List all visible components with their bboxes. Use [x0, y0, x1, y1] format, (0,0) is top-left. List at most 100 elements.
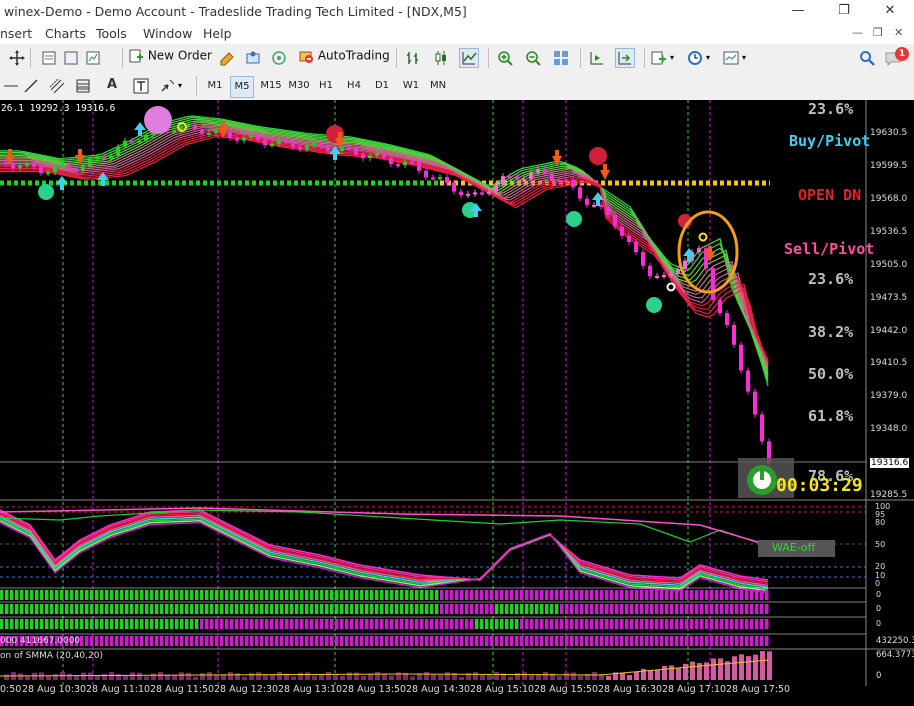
text-label-icon[interactable]: [132, 77, 150, 95]
histogram-bar: [550, 636, 554, 646]
histogram-bar: [320, 590, 324, 600]
histogram-bar: [500, 590, 504, 600]
channel-icon[interactable]: [48, 77, 66, 95]
mdi-minimize[interactable]: —: [852, 26, 863, 39]
timeframe-w1[interactable]: W1: [399, 76, 423, 96]
histogram-bar: [125, 604, 129, 614]
periods-dropdown-icon[interactable]: ▾: [706, 53, 710, 62]
menu-help[interactable]: Help: [203, 26, 232, 41]
volume-bar: [298, 672, 303, 680]
histogram-bar: [605, 619, 609, 629]
signals-icon[interactable]: [270, 49, 288, 67]
search-icon[interactable]: [858, 49, 876, 67]
histogram-bar: [405, 604, 409, 614]
volume-bar: [242, 676, 247, 680]
market-watch-icon[interactable]: [84, 49, 102, 67]
timeframe-m15[interactable]: M15: [258, 76, 284, 96]
restore-button[interactable]: ❐: [822, 0, 866, 24]
menu-window[interactable]: Window: [143, 26, 192, 41]
histogram-bar: [90, 619, 94, 629]
arrows-dropdown-icon[interactable]: ▾: [178, 81, 182, 90]
histogram-bar: [250, 636, 254, 646]
histogram-bar: [580, 590, 584, 600]
periods-clock-icon[interactable]: [686, 49, 704, 67]
timeframe-m5[interactable]: M5: [230, 76, 254, 98]
smma-indicator-label: on of SMMA (20,40,20): [0, 651, 103, 661]
histogram-bar: [390, 619, 394, 629]
histogram-bar: [670, 590, 674, 600]
histogram-bar: [310, 590, 314, 600]
trendline-icon[interactable]: [22, 77, 40, 95]
timeframe-mn[interactable]: MN: [426, 76, 450, 96]
indicators-icon[interactable]: [650, 49, 668, 67]
chart-shift-icon[interactable]: [588, 49, 606, 67]
minimize-button[interactable]: —: [776, 0, 820, 24]
menu-charts[interactable]: Charts: [45, 26, 86, 41]
histogram-bar: [350, 636, 354, 646]
menu-insert[interactable]: nsert: [0, 26, 32, 41]
volume-bar: [389, 675, 394, 680]
indicators-dropdown-icon[interactable]: ▾: [670, 53, 674, 62]
tile-windows-icon[interactable]: [552, 49, 570, 67]
new-order-button[interactable]: New Order: [128, 48, 212, 68]
price-chart[interactable]: [0, 100, 914, 706]
profiles-icon[interactable]: [40, 49, 58, 67]
histogram-bar: [530, 604, 534, 614]
crosshair-move-icon[interactable]: [8, 49, 26, 67]
histogram-bar: [760, 604, 764, 614]
histogram-bar: [420, 636, 424, 646]
notifications-button[interactable]: 1: [884, 47, 910, 69]
timeframe-m1[interactable]: M1: [204, 76, 226, 96]
timeframe-h1[interactable]: H1: [314, 76, 338, 96]
terminal-icon[interactable]: [244, 49, 262, 67]
histogram-bar: [160, 619, 164, 629]
histogram-bar: [230, 590, 234, 600]
histogram-bar: [85, 604, 89, 614]
timeframe-d1[interactable]: D1: [370, 76, 394, 96]
auto-scroll-icon[interactable]: [615, 48, 635, 68]
metaeditor-icon[interactable]: [218, 49, 236, 67]
auto-trading-button[interactable]: AutoTrading: [298, 48, 390, 68]
histogram-bar: [530, 636, 534, 646]
zoom-in-icon[interactable]: [496, 49, 514, 67]
templates-icon[interactable]: [722, 49, 740, 67]
histogram-bar: [675, 636, 679, 646]
histogram-bar: [5, 619, 9, 629]
fib-23-6: 23.6%: [808, 270, 854, 288]
fibonacci-icon[interactable]: [74, 77, 92, 95]
histogram-bar: [465, 604, 469, 614]
navigator-icon[interactable]: [62, 49, 80, 67]
histogram-bar: [110, 590, 114, 600]
histogram-bar: [440, 604, 444, 614]
histogram-bar: [165, 604, 169, 614]
histogram-bar: [100, 604, 104, 614]
menu-tools[interactable]: Tools: [96, 26, 127, 41]
histogram-bar: [5, 604, 9, 614]
candle-body: [522, 178, 526, 181]
timeframe-h4[interactable]: H4: [342, 76, 366, 96]
mdi-restore[interactable]: ❐: [873, 26, 883, 39]
timeframe-m30[interactable]: M30: [286, 76, 312, 96]
zoom-out-icon[interactable]: [524, 49, 542, 67]
close-button[interactable]: ✕: [868, 0, 912, 24]
text-tool-icon[interactable]: A: [107, 77, 117, 92]
histogram-bar: [355, 590, 359, 600]
templates-dropdown-icon[interactable]: ▾: [742, 53, 746, 62]
histogram-bar: [700, 636, 704, 646]
bar-chart-icon[interactable]: [404, 49, 422, 67]
arrows-icon[interactable]: [158, 77, 176, 95]
mdi-close[interactable]: ✕: [894, 26, 903, 39]
histogram-bar: [440, 619, 444, 629]
histogram-bar: [610, 636, 614, 646]
histogram-bar: [260, 604, 264, 614]
line-chart-icon[interactable]: [459, 48, 479, 68]
volume-bar: [347, 672, 352, 680]
histogram-bar: [580, 636, 584, 646]
histogram-bar: [710, 590, 714, 600]
histogram-bar: [645, 590, 649, 600]
histogram-bar: [50, 619, 54, 629]
histogram-bar: [575, 604, 579, 614]
histogram-bar: [25, 590, 29, 600]
candlestick-chart-icon[interactable]: [432, 49, 450, 67]
vertical-line-icon[interactable]: [2, 77, 20, 95]
